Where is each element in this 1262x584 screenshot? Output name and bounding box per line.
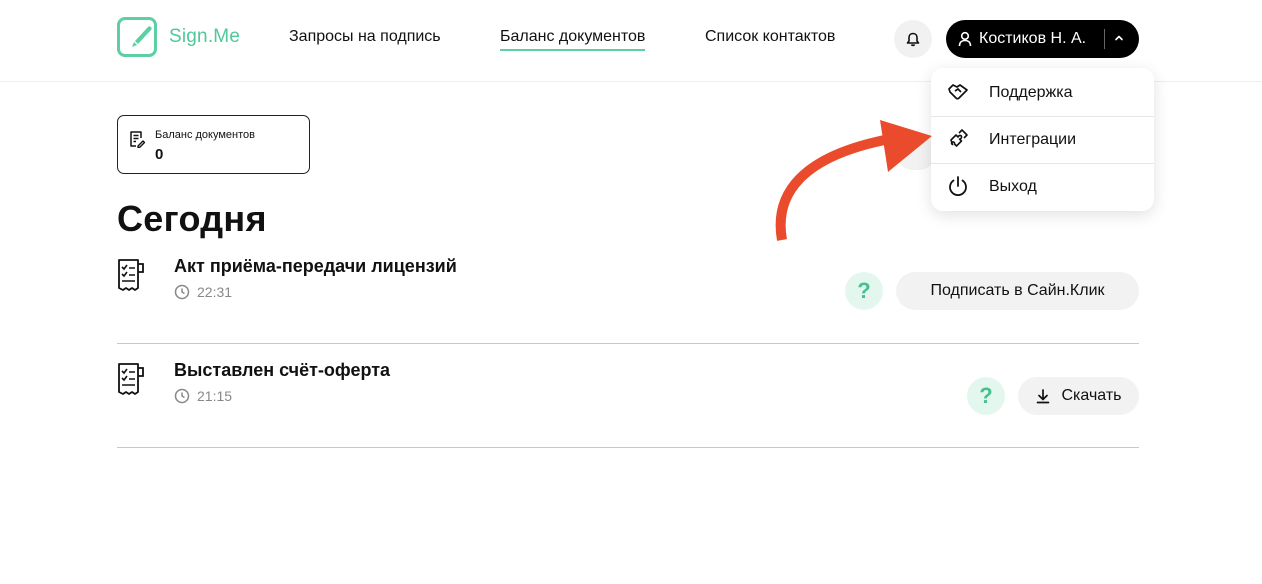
time-label: 22:31: [197, 284, 233, 300]
menu-item-label: Поддержка: [989, 83, 1073, 101]
menu-item-label: Выход: [989, 177, 1037, 195]
handshake-icon: [948, 84, 968, 100]
document-time: 21:15: [174, 388, 232, 404]
document-edit-icon: [130, 131, 145, 148]
clock-icon: [174, 388, 190, 404]
clock-icon: [174, 284, 190, 300]
power-icon: [949, 176, 967, 197]
user-button-divider: [1104, 29, 1105, 49]
user-icon: [958, 31, 972, 47]
logo-icon: [117, 17, 157, 57]
nav-item-requests[interactable]: Запросы на подпись: [289, 28, 441, 46]
puzzle-icon: [950, 129, 968, 147]
help-button[interactable]: ?: [967, 377, 1005, 415]
nav-item-contacts[interactable]: Список контактов: [705, 28, 835, 46]
user-menu-button[interactable]: Костиков Н. А.: [946, 20, 1139, 58]
menu-item-logout[interactable]: Выход: [931, 163, 1154, 210]
download-button[interactable]: Скачать: [1018, 377, 1139, 415]
document-time: 22:31: [174, 284, 232, 300]
logo-text: Sign.Me: [169, 26, 241, 47]
annotation-arrow-icon: [775, 120, 932, 241]
help-button[interactable]: ?: [845, 272, 883, 310]
document-row: Выставлен счёт-оферта 21:15 ? Скачать: [117, 344, 1139, 448]
notifications-button[interactable]: [894, 20, 932, 58]
nav-item-balance[interactable]: Баланс документов: [500, 28, 646, 51]
logo[interactable]: Sign.Me: [117, 17, 240, 57]
section-title: Сегодня: [117, 198, 267, 239]
document-title[interactable]: Акт приёма-передачи лицензий: [174, 256, 457, 277]
menu-item-support[interactable]: Поддержка: [931, 69, 1154, 116]
document-checklist-icon: [118, 363, 144, 395]
balance-label: Баланс документов: [155, 129, 255, 141]
document-row: Акт приёма-передачи лицензий 22:31 ? Под…: [117, 240, 1139, 344]
balance-card[interactable]: Баланс документов 0: [117, 115, 310, 174]
download-icon: [1036, 388, 1049, 403]
document-title[interactable]: Выставлен счёт-оферта: [174, 360, 390, 381]
download-label: Скачать: [1061, 387, 1122, 404]
user-name: Костиков Н. А.: [979, 30, 1087, 47]
time-label: 21:15: [197, 388, 233, 404]
bell-icon: [906, 32, 920, 46]
user-dropdown-menu: Поддержка Интеграции Выход: [931, 68, 1154, 211]
sign-button[interactable]: Подписать в Сайн.Клик: [896, 272, 1139, 310]
balance-value: 0: [155, 146, 164, 163]
chevron-up-icon: [1115, 35, 1123, 41]
menu-item-integrations[interactable]: Интеграции: [931, 116, 1154, 163]
document-checklist-icon: [118, 259, 144, 291]
menu-item-label: Интеграции: [989, 130, 1077, 148]
